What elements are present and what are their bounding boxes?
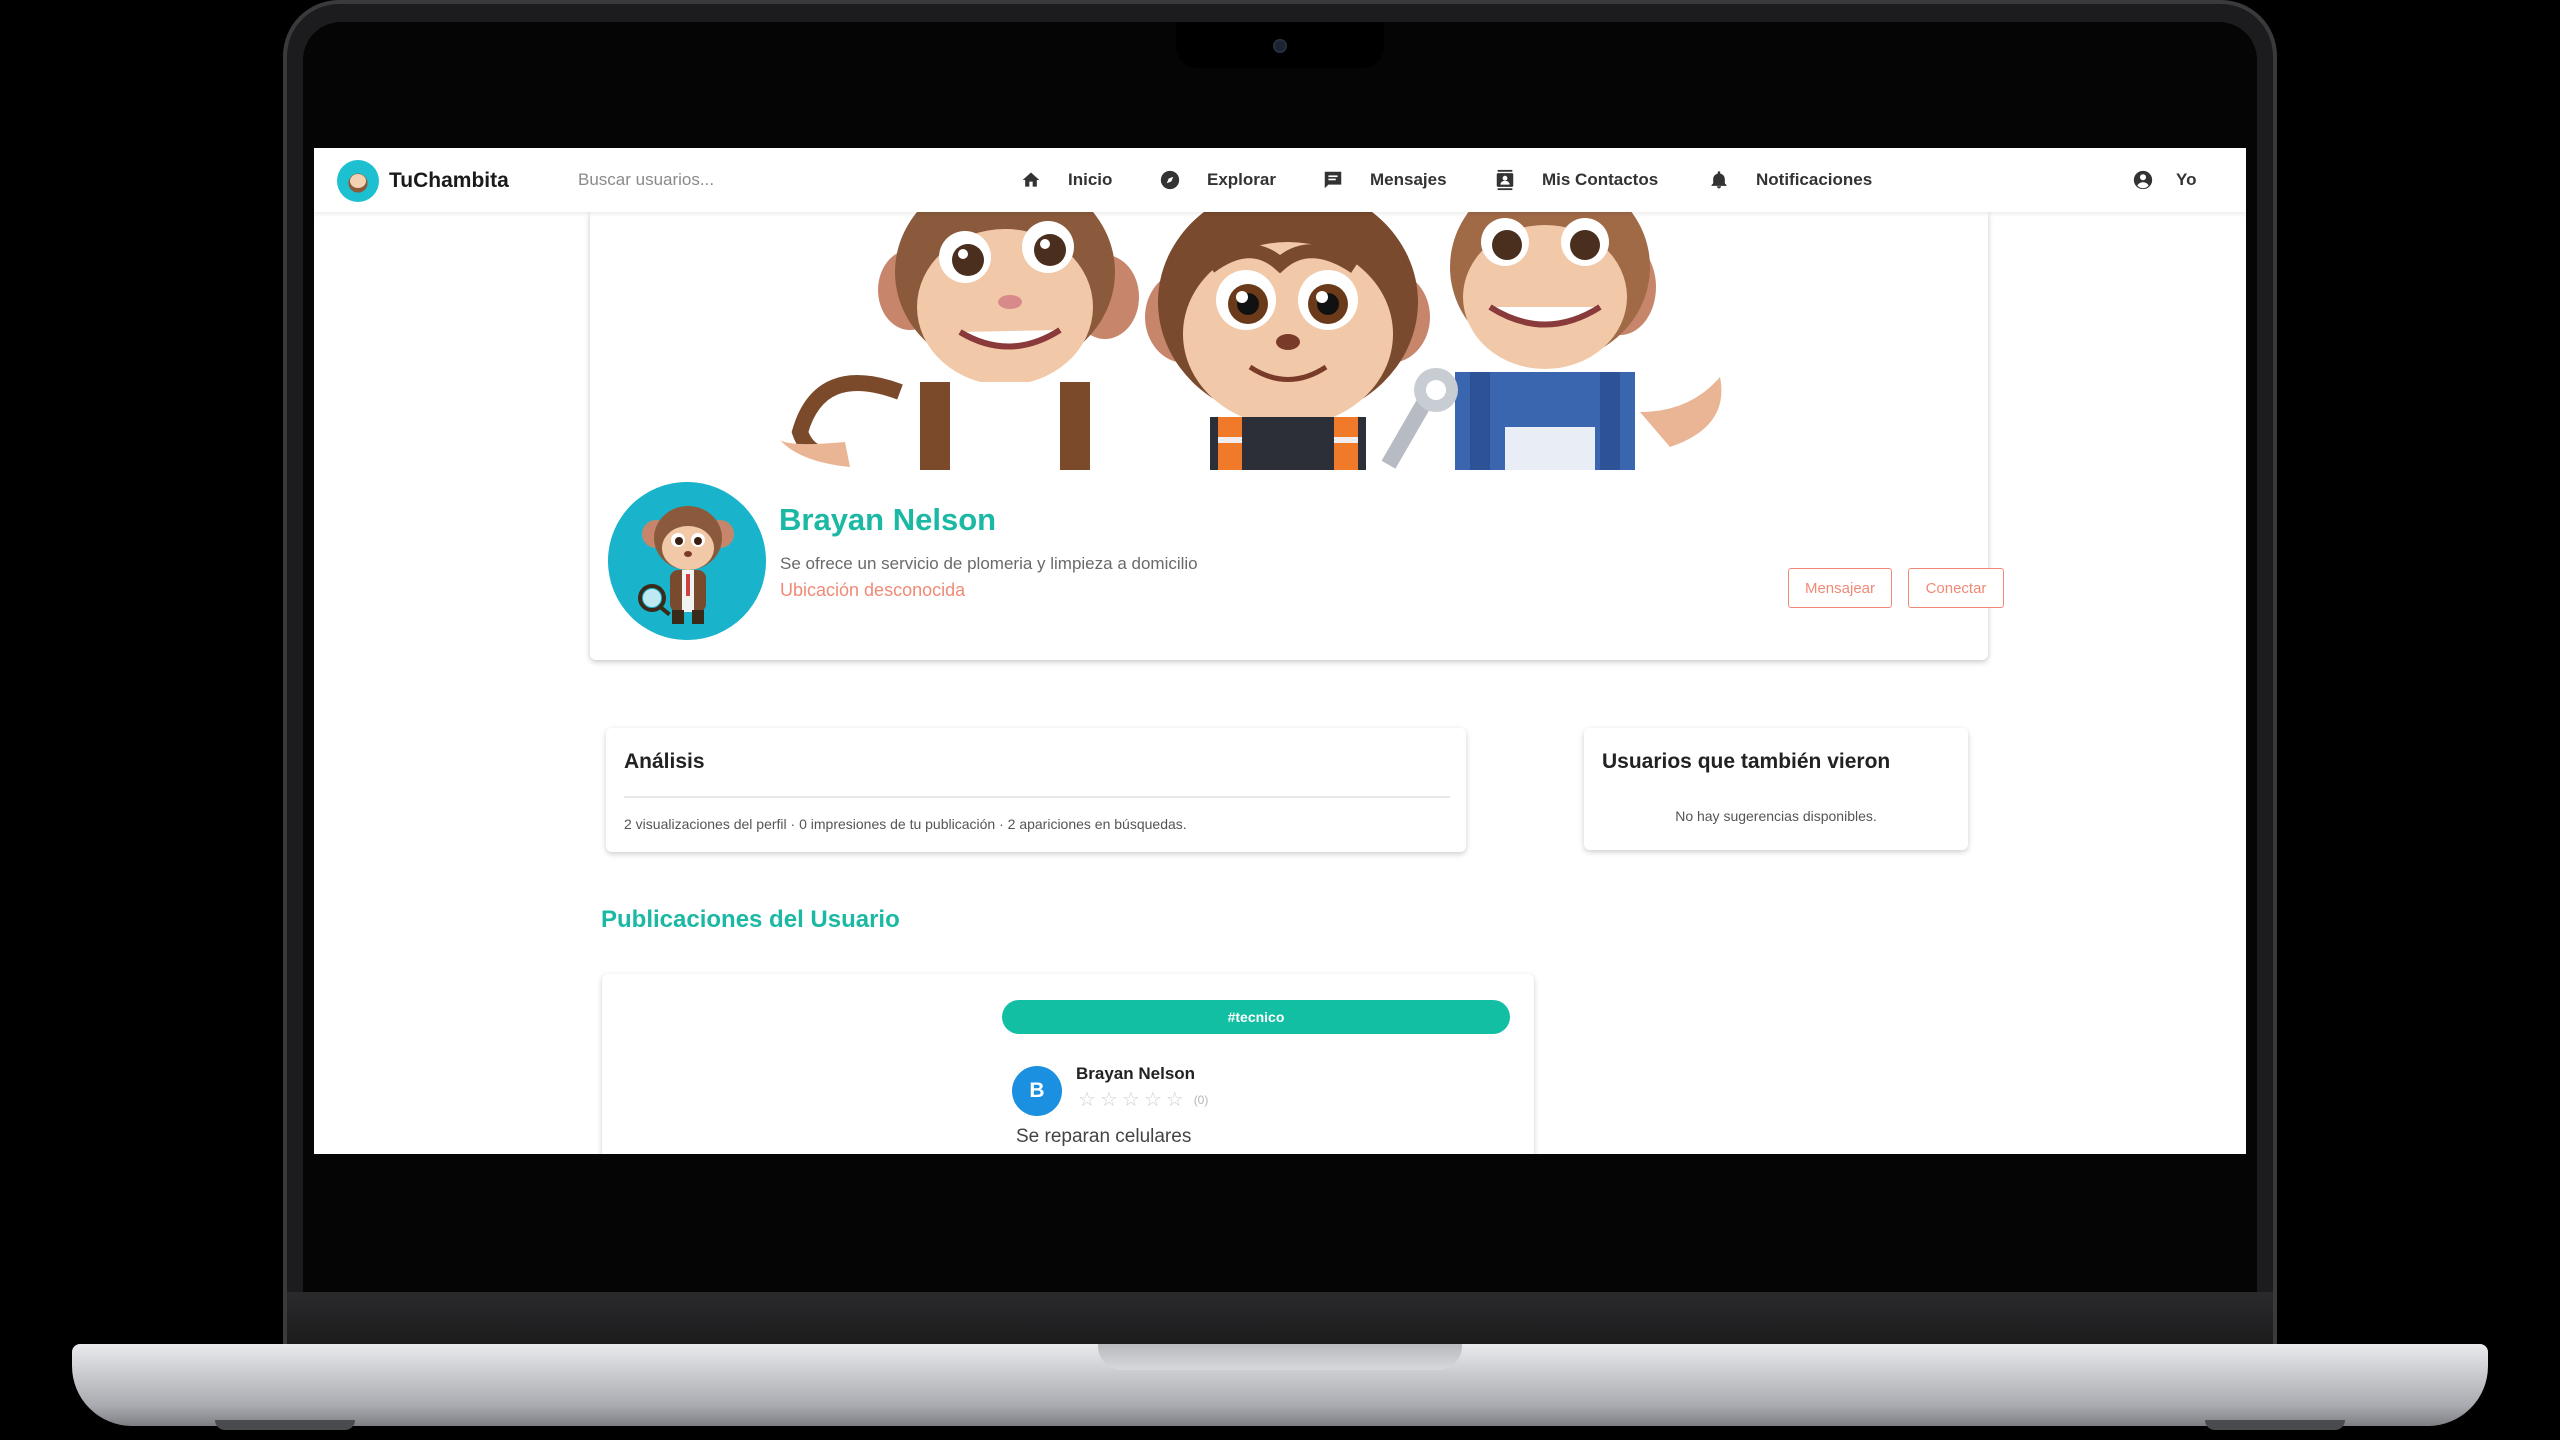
nav-label: Notificaciones [1756,170,1873,189]
camera-icon [1273,39,1287,53]
nav-item-explorar[interactable]: Explorar [1159,148,1276,212]
analysis-summary: 2 visualizaciones del perfil · 0 impresi… [624,816,1187,832]
post-author-avatar[interactable]: B [1012,1066,1062,1116]
laptop-foot [215,1420,355,1430]
bell-icon [1708,169,1730,191]
post-tag[interactable]: #tecnico [1002,1000,1510,1034]
browser-viewport: TuChambita Inicio Explorar Mensajes Mi [314,148,2246,1154]
connect-button[interactable]: Conectar [1908,568,2004,608]
star-icon[interactable]: ☆ [1166,1090,1184,1110]
chat-icon [1322,169,1344,191]
profile-card: Brayan Nelson Se ofrece un servicio de p… [590,212,1988,660]
contacts-icon [1494,169,1516,191]
star-icon[interactable]: ☆ [1100,1090,1118,1110]
profile-headline: Se ofrece un servicio de plomeria y limp… [780,554,1198,573]
analysis-card: Análisis 2 visualizaciones del perfil · … [606,728,1466,852]
star-icon[interactable]: ☆ [1078,1090,1096,1110]
nav-label: Mis Contactos [1542,170,1659,189]
home-icon [1020,169,1042,191]
brand[interactable]: TuChambita [337,160,509,202]
message-button[interactable]: Mensajear [1788,568,1892,608]
also-viewed-empty-text: No hay sugerencias disponibles. [1675,808,1877,824]
search-input[interactable] [578,164,838,196]
nav-item-mis-contactos[interactable]: Mis Contactos [1494,148,1658,212]
star-icon[interactable]: ☆ [1122,1090,1140,1110]
nav-item-notificaciones[interactable]: Notificaciones [1708,148,1872,212]
profile-location: Ubicación desconocida [780,580,966,600]
analysis-title: Análisis [624,750,705,773]
divider [624,796,1450,798]
top-navbar: TuChambita Inicio Explorar Mensajes Mi [314,148,2246,212]
rating-count: (0) [1193,1093,1209,1107]
monkey-logo-icon [337,160,379,202]
cover-banner-image [610,212,1970,470]
nav-label: Yo [2176,170,2197,189]
post-text: Se reparan celulares [1016,1126,1192,1147]
trackpad-notch [1098,1344,1462,1370]
nav-item-mensajes[interactable]: Mensajes [1322,148,1447,212]
laptop-foot [2205,1420,2345,1430]
profile-name: Brayan Nelson [779,502,997,537]
brand-name: TuChambita [389,169,509,192]
compass-icon [1159,169,1181,191]
also-viewed-card: Usuarios que también vieron No hay suger… [1584,728,1968,850]
post-card[interactable]: #tecnico B Brayan Nelson ☆ ☆ ☆ ☆ ☆ (0) S… [602,974,1534,1154]
posts-section-title: Publicaciones del Usuario [601,906,900,933]
star-icon[interactable]: ☆ [1144,1090,1162,1110]
post-rating[interactable]: ☆ ☆ ☆ ☆ ☆ (0) [1078,1090,1208,1110]
profile-avatar[interactable] [608,482,766,640]
nav-label: Mensajes [1370,170,1447,189]
nav-label: Explorar [1207,170,1276,189]
nav-item-inicio[interactable]: Inicio [1020,148,1112,212]
account-circle-icon [2132,169,2154,191]
nav-label: Inicio [1068,170,1113,189]
post-author-name[interactable]: Brayan Nelson [1076,1064,1195,1084]
also-viewed-title: Usuarios que también vieron [1602,750,1891,773]
lid-hinge [287,1292,2273,1352]
nav-item-yo[interactable]: Yo [2132,148,2196,212]
